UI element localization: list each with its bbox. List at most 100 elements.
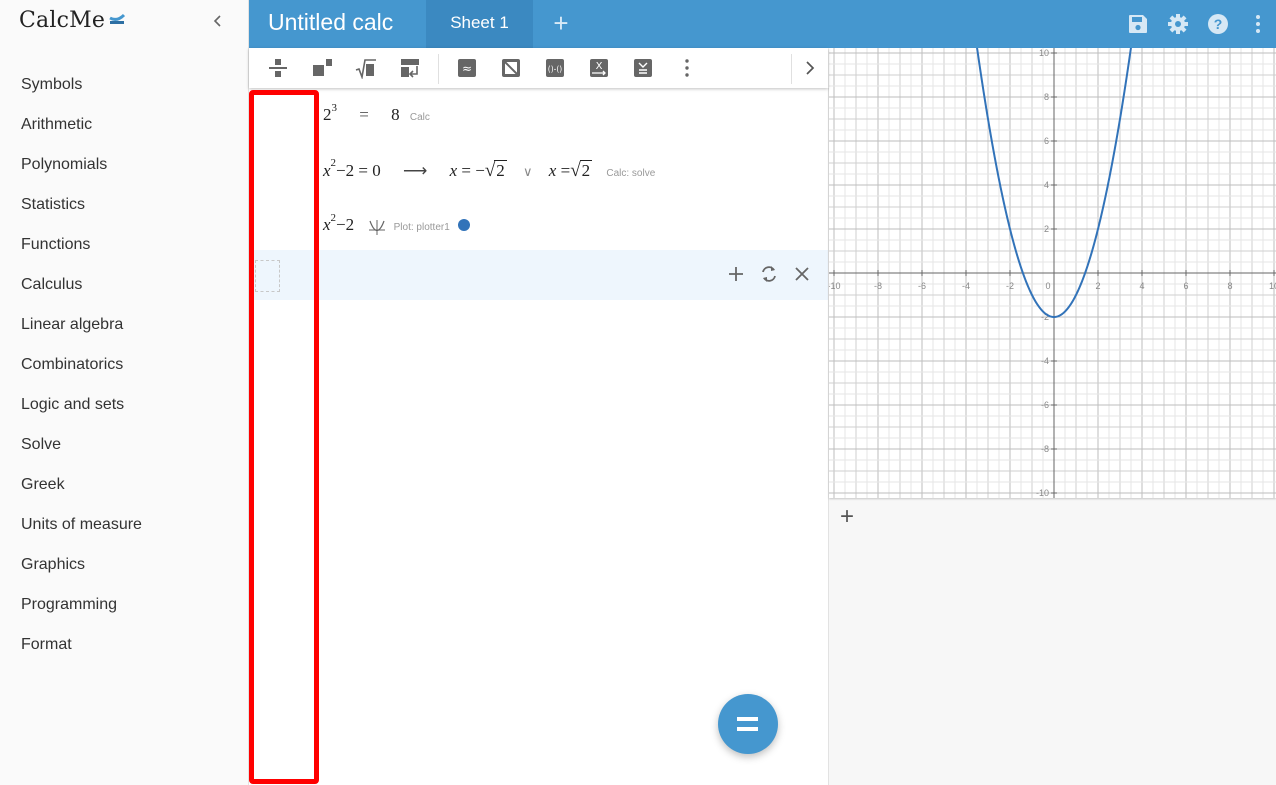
- row-label: Calc: [409, 112, 430, 123]
- expression-exponent: 2: [330, 212, 337, 224]
- more-vert-icon: [685, 59, 689, 77]
- expression-exponent: 3: [331, 102, 338, 114]
- toolbar-scroll-right-button[interactable]: [799, 57, 821, 79]
- menu-item-symbols[interactable]: Symbols: [0, 65, 248, 105]
- y-tick-label: 10: [1039, 48, 1049, 58]
- fraction-button[interactable]: [267, 57, 289, 79]
- matrix-enter-icon: [401, 59, 419, 78]
- square-root-icon: [355, 59, 376, 81]
- row-label: Calc: solve: [606, 168, 656, 179]
- menu-item-solve[interactable]: Solve: [0, 425, 248, 465]
- save-button[interactable]: [1126, 12, 1150, 36]
- fraction-icon: [269, 59, 287, 77]
- close-icon: [795, 267, 809, 281]
- menu-item-format[interactable]: Format: [0, 625, 248, 665]
- plot-canvas[interactable]: -10-8-6-4-20246810-10-8-6-4-2246810: [829, 48, 1276, 498]
- x-tick-label: 4: [1139, 281, 1144, 291]
- solution-2-equals: =: [560, 161, 571, 180]
- save-icon: [1129, 15, 1147, 33]
- solve-inequality-button[interactable]: [632, 57, 654, 79]
- calculate-button[interactable]: [718, 694, 778, 754]
- y-tick-label: -6: [1041, 400, 1049, 410]
- add-row-button[interactable]: [725, 263, 747, 285]
- menu-item-calculus[interactable]: Calculus: [0, 265, 248, 305]
- svg-text:X: X: [596, 61, 603, 72]
- subscript-enter-button[interactable]: [399, 57, 421, 79]
- menu-item-linear-algebra[interactable]: Linear algebra: [0, 305, 248, 345]
- svg-text:≈: ≈: [462, 62, 472, 76]
- help-button[interactable]: ?: [1206, 12, 1230, 36]
- interval-button[interactable]: ()-(): [544, 57, 566, 79]
- solution-2-radicand: 2: [579, 160, 593, 180]
- document-title[interactable]: Untitled calc: [268, 9, 393, 36]
- solution-1-variable: x: [449, 161, 458, 180]
- arrow-icon: ⟶: [402, 161, 428, 180]
- inequality-icon: [634, 59, 652, 77]
- sidebar: CalcMe Symbols Arithmetic Polynomials St…: [0, 0, 249, 785]
- menu-item-logic-and-sets[interactable]: Logic and sets: [0, 385, 248, 425]
- row-label: Plot: plotter1: [393, 222, 450, 233]
- chevron-right-icon: [806, 61, 815, 75]
- superscript-button[interactable]: [311, 57, 333, 79]
- x-tick-label: -4: [962, 281, 970, 291]
- result-value: 8: [391, 105, 400, 124]
- help-icon: ?: [1208, 14, 1228, 34]
- calc-row-plot[interactable]: x2−2 Plot: plotter1: [323, 212, 471, 236]
- plot-icon: [369, 220, 386, 235]
- y-tick-label: 6: [1044, 136, 1049, 146]
- solution-2-variable: x: [548, 161, 557, 180]
- y-tick-label: -4: [1041, 356, 1049, 366]
- approximate-button[interactable]: ≈: [456, 57, 478, 79]
- logo-icon: [109, 13, 126, 24]
- y-tick-label: -10: [1036, 488, 1049, 498]
- toolbar-divider: [438, 54, 439, 84]
- menu-item-statistics[interactable]: Statistics: [0, 185, 248, 225]
- x-tick-label: -6: [918, 281, 926, 291]
- menu-item-combinatorics[interactable]: Combinatorics: [0, 345, 248, 385]
- equals-icon-bar: [737, 727, 758, 731]
- collapse-sidebar-button[interactable]: [209, 12, 227, 34]
- no-evaluate-button[interactable]: [500, 57, 522, 79]
- add-graph-button[interactable]: +: [840, 505, 860, 529]
- menu-item-programming[interactable]: Programming: [0, 585, 248, 625]
- settings-button[interactable]: [1166, 12, 1190, 36]
- calc-row-power[interactable]: 23 = 8 Calc: [323, 102, 430, 125]
- approximate-icon: ≈: [458, 59, 476, 77]
- plot-color-swatch[interactable]: [458, 219, 471, 231]
- menu-item-graphics[interactable]: Graphics: [0, 545, 248, 585]
- expression-rest: −2: [336, 215, 355, 234]
- expression-rest: −2 = 0: [336, 161, 381, 180]
- refresh-icon: [762, 266, 776, 282]
- svg-text:()-(): ()-(): [548, 65, 562, 74]
- active-input-row[interactable]: [249, 250, 828, 300]
- menu-item-polynomials[interactable]: Polynomials: [0, 145, 248, 185]
- square-root-button[interactable]: [355, 57, 377, 81]
- menu-item-greek[interactable]: Greek: [0, 465, 248, 505]
- input-placeholder[interactable]: [255, 260, 280, 292]
- logo: CalcMe: [19, 8, 126, 33]
- refresh-row-button[interactable]: [758, 263, 780, 285]
- substitute-button[interactable]: X: [588, 57, 610, 79]
- equals-icon: [737, 717, 758, 721]
- equals-sign: =: [359, 105, 369, 124]
- tab-sheet-1[interactable]: Sheet 1: [426, 0, 533, 48]
- logo-text: CalcMe: [19, 8, 106, 33]
- x-tick-label: 2: [1095, 281, 1100, 291]
- more-options-button[interactable]: [1246, 12, 1270, 36]
- y-tick-label: 8: [1044, 92, 1049, 102]
- x-tick-label: -10: [829, 281, 841, 291]
- graph-plotter[interactable]: -10-8-6-4-20246810-10-8-6-4-2246810: [829, 48, 1276, 498]
- or-symbol: ∨: [523, 164, 533, 179]
- chevron-left-icon: [213, 15, 221, 27]
- settings-icon: [1168, 14, 1188, 34]
- substitute-icon: X: [590, 59, 608, 77]
- calc-editor[interactable]: 23 = 8 Calc x2−2 = 0 ⟶ x = −√2 ∨ x =√2 C…: [249, 88, 829, 785]
- menu-item-units-of-measure[interactable]: Units of measure: [0, 505, 248, 545]
- menu-item-functions[interactable]: Functions: [0, 225, 248, 265]
- delete-row-button[interactable]: [791, 263, 813, 285]
- add-sheet-button[interactable]: +: [549, 9, 573, 37]
- menu-item-arithmetic[interactable]: Arithmetic: [0, 105, 248, 145]
- more-vert-icon: [1256, 15, 1260, 33]
- more-tools-button[interactable]: [676, 57, 698, 79]
- calc-row-solve[interactable]: x2−2 = 0 ⟶ x = −√2 ∨ x =√2 Calc: solve: [323, 157, 656, 182]
